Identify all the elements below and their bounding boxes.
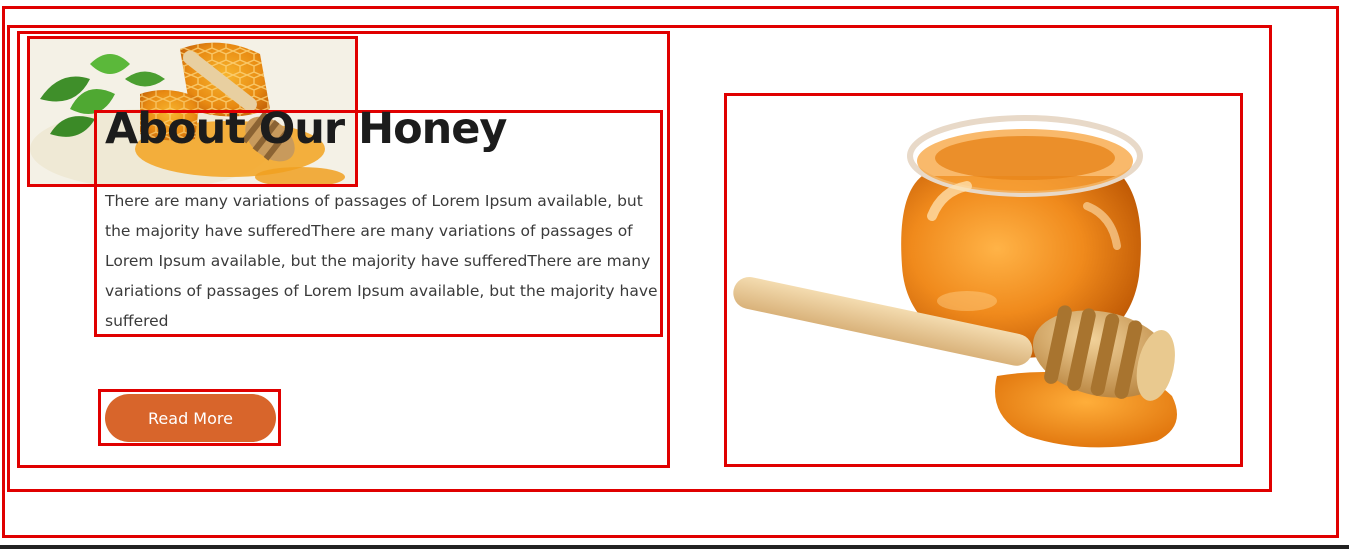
honey-jar-illustration — [727, 96, 1240, 464]
about-description: There are many variations of passages of… — [105, 192, 658, 330]
bottom-divider — [0, 545, 1349, 549]
page-title: About Our Honey — [105, 104, 507, 154]
read-more-button[interactable]: Read More — [105, 394, 276, 442]
honey-jar-image — [724, 93, 1243, 467]
